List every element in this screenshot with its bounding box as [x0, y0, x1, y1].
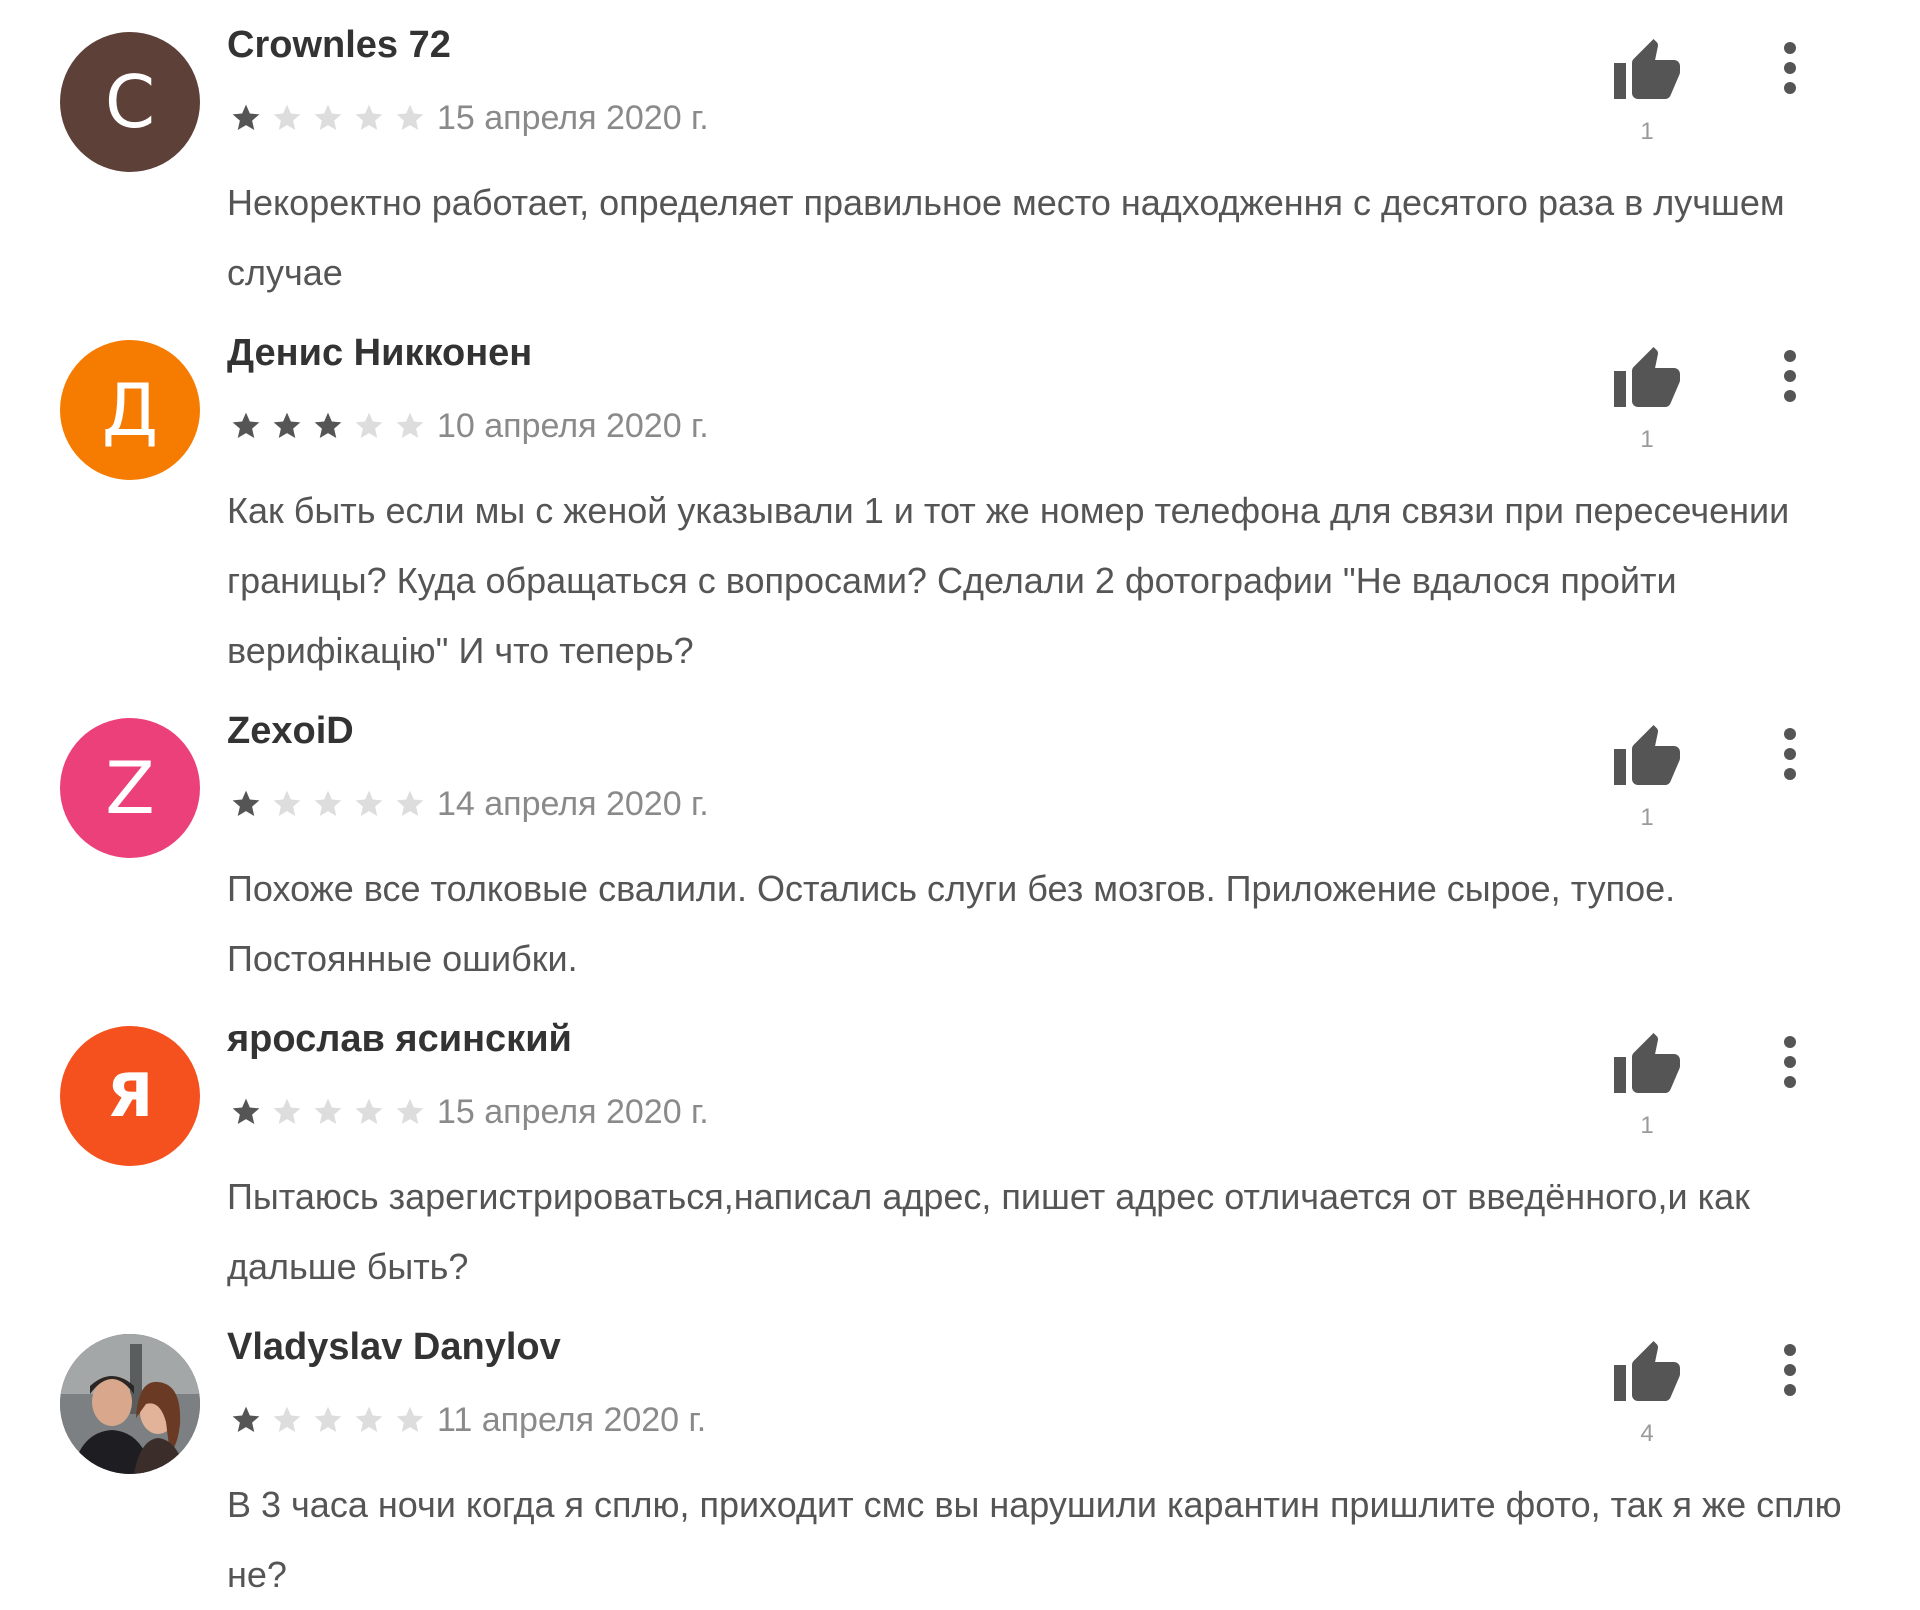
star-filled-icon	[314, 412, 342, 438]
star-empty-icon	[314, 790, 342, 816]
thumb-up-icon	[1614, 39, 1680, 99]
review-author: Vladyslav Danylov	[227, 1326, 561, 1368]
review-text: В 3 часа ночи когда я сплю, приходит смс…	[227, 1484, 1842, 1595]
star-empty-icon	[355, 1406, 383, 1432]
star-empty-icon	[355, 104, 383, 130]
like-count: 1	[1640, 804, 1654, 831]
review-text: Как быть если мы с женой указывали 1 и т…	[227, 490, 1790, 671]
star-empty-icon	[273, 790, 301, 816]
star-empty-icon	[273, 104, 301, 130]
like-button[interactable]	[1610, 1029, 1684, 1103]
star-empty-icon	[273, 1098, 301, 1124]
like-button[interactable]	[1610, 343, 1684, 417]
review-author: Денис Никконен	[227, 332, 533, 374]
more-vert-icon	[1784, 350, 1796, 402]
avatar[interactable]: Д	[60, 340, 200, 480]
star-empty-icon	[396, 104, 424, 130]
more-vert-icon	[1784, 42, 1796, 94]
avatar-photo[interactable]	[60, 1334, 200, 1474]
like-count: 1	[1640, 118, 1654, 145]
star-rating	[230, 102, 435, 134]
review-author: ярослав ясинский	[227, 1018, 572, 1060]
avatar[interactable]: Я	[60, 1026, 200, 1166]
star-empty-icon	[396, 790, 424, 816]
more-vert-icon	[1784, 1344, 1796, 1396]
star-empty-icon	[355, 412, 383, 438]
like-button[interactable]	[1610, 721, 1684, 795]
star-rating	[230, 788, 435, 820]
rating-row: 15 апреля 2020 г.	[230, 98, 709, 138]
rating-row: 15 апреля 2020 г.	[230, 1092, 709, 1132]
review-date: 10 апреля 2020 г.	[437, 406, 709, 445]
like-count: 1	[1640, 426, 1654, 453]
rating-row: 14 апреля 2020 г.	[230, 784, 709, 824]
star-rating	[230, 410, 435, 442]
review-author: Crownles 72	[227, 24, 451, 66]
review-text: Пытаюсь зарегистрироваться,написал адрес…	[227, 1176, 1750, 1287]
more-options-button[interactable]	[1770, 38, 1810, 98]
star-rating	[230, 1404, 435, 1436]
thumb-up-icon	[1614, 725, 1680, 785]
review-text: Похоже все толковые свалили. Остались сл…	[227, 868, 1676, 979]
user-photo-image	[60, 1334, 200, 1474]
like-button[interactable]	[1610, 35, 1684, 109]
more-options-button[interactable]	[1770, 1032, 1810, 1092]
star-empty-icon	[314, 104, 342, 130]
star-filled-icon	[232, 1406, 260, 1432]
like-count: 4	[1640, 1420, 1654, 1447]
star-empty-icon	[314, 1406, 342, 1432]
review-date: 15 апреля 2020 г.	[437, 98, 709, 137]
review-text: Некоректно работает, определяет правильн…	[227, 182, 1785, 293]
star-filled-icon	[232, 104, 260, 130]
star-filled-icon	[232, 1098, 260, 1124]
more-vert-icon	[1784, 728, 1796, 780]
more-options-button[interactable]	[1770, 724, 1810, 784]
avatar[interactable]: C	[60, 32, 200, 172]
review-date: 11 апреля 2020 г.	[437, 1400, 707, 1439]
rating-row: 10 апреля 2020 г.	[230, 406, 709, 446]
like-button[interactable]	[1610, 1337, 1684, 1411]
more-vert-icon	[1784, 1036, 1796, 1088]
thumb-up-icon	[1614, 1033, 1680, 1093]
star-empty-icon	[396, 412, 424, 438]
more-options-button[interactable]	[1770, 1340, 1810, 1400]
more-options-button[interactable]	[1770, 346, 1810, 406]
star-rating	[230, 1096, 435, 1128]
review-author: ZexoiD	[227, 710, 354, 752]
star-empty-icon	[314, 1098, 342, 1124]
star-filled-icon	[232, 790, 260, 816]
star-empty-icon	[396, 1098, 424, 1124]
rating-row: 11 апреля 2020 г.	[230, 1400, 706, 1440]
avatar[interactable]: Z	[60, 718, 200, 858]
thumb-up-icon	[1614, 347, 1680, 407]
star-filled-icon	[232, 412, 260, 438]
like-count: 1	[1640, 1112, 1654, 1139]
reviews-list: C Crownles 72 15 апреля 2020 г. Некорект…	[0, 0, 1920, 1608]
thumb-up-icon	[1614, 1341, 1680, 1401]
review-date: 14 апреля 2020 г.	[437, 784, 709, 823]
review-date: 15 апреля 2020 г.	[437, 1092, 709, 1131]
star-empty-icon	[273, 1406, 301, 1432]
star-empty-icon	[396, 1406, 424, 1432]
star-empty-icon	[355, 1098, 383, 1124]
star-filled-icon	[273, 412, 301, 438]
star-empty-icon	[355, 790, 383, 816]
